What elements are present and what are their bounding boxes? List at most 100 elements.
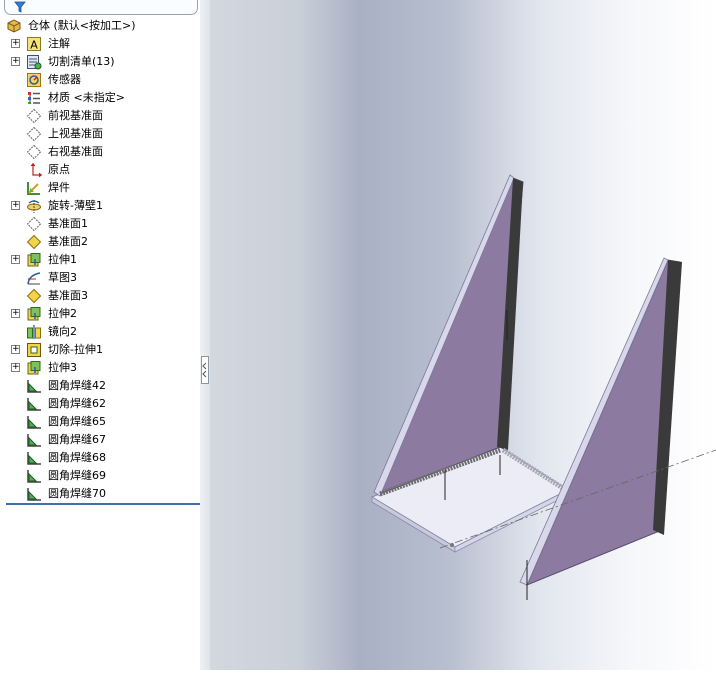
tree-item-extrude1[interactable]: + 拉伸1 xyxy=(0,251,200,269)
tree-item-label: 拉伸2 xyxy=(48,307,77,320)
right-gusset-face xyxy=(526,259,681,586)
fillet-weld-icon xyxy=(27,452,41,465)
tree-filter-bar[interactable] xyxy=(4,0,198,15)
tree-item-fillet-weld67[interactable]: 圆角焊缝67 xyxy=(0,431,200,449)
sensor-icon xyxy=(27,73,41,87)
collapse-panel-handle[interactable] xyxy=(201,356,209,384)
tree-item-fillet-weld70[interactable]: 圆角焊缝70 xyxy=(0,485,200,503)
axis-point xyxy=(450,543,454,547)
tree-item-fillet-weld65[interactable]: 圆角焊缝65 xyxy=(0,413,200,431)
tree-item-fillet-weld62[interactable]: 圆角焊缝62 xyxy=(0,395,200,413)
tree-item-extrude3[interactable]: + 拉伸3 xyxy=(0,359,200,377)
tree-item-revolve-thin1[interactable]: + 旋转-薄壁1 xyxy=(0,197,200,215)
expand-toggle[interactable]: + xyxy=(11,309,20,318)
tree-item-extrude2[interactable]: + 拉伸2 xyxy=(0,305,200,323)
tree-item-label: 圆角焊缝65 xyxy=(48,415,106,428)
annotations-icon: A xyxy=(27,37,41,52)
tree-item-sketch3[interactable]: 草图3 xyxy=(0,269,200,287)
tree-item-label: 基准面1 xyxy=(48,217,88,230)
origin-icon xyxy=(30,162,42,178)
tree-item-fillet-weld69[interactable]: 圆角焊缝69 xyxy=(0,467,200,485)
tree-item-top-plane[interactable]: 上视基准面 xyxy=(0,125,200,143)
tree-item-label: 上视基准面 xyxy=(48,127,103,140)
tree-item-label: 原点 xyxy=(48,163,70,176)
tree-item-label: 草图3 xyxy=(48,271,77,284)
feature-manager-tree: 仓体 (默认<按加工>) + A 注解 + 切割清单(13) 传感器 材质 <未… xyxy=(0,0,201,670)
tree-item-label: 圆角焊缝70 xyxy=(48,487,106,500)
tree-item-label: 焊件 xyxy=(48,181,70,194)
tree-item-fillet-weld42[interactable]: 圆角焊缝42 xyxy=(0,377,200,395)
tree-item-label: 圆角焊缝68 xyxy=(48,451,106,464)
graphics-viewport[interactable] xyxy=(210,0,716,670)
extrude-icon xyxy=(27,361,41,375)
expand-toggle[interactable]: + xyxy=(11,363,20,372)
tree-item-plane2[interactable]: 基准面2 xyxy=(0,233,200,251)
sketch-icon xyxy=(27,272,41,285)
svg-text:A: A xyxy=(30,39,38,52)
filter-icon[interactable] xyxy=(14,1,26,13)
cut-extrude-icon xyxy=(27,343,41,357)
tree-item-label: 圆角焊缝67 xyxy=(48,433,106,446)
extrude-icon xyxy=(27,253,41,267)
fillet-weld-icon xyxy=(27,380,41,393)
tree-item-fillet-weld68[interactable]: 圆角焊缝68 xyxy=(0,449,200,467)
expand-toggle[interactable]: + xyxy=(11,255,20,264)
tree-item-mirror2[interactable]: 镜向2 xyxy=(0,323,200,341)
expand-toggle[interactable]: + xyxy=(11,57,20,66)
tree-item-cut-list[interactable]: + 切割清单(13) xyxy=(0,53,200,71)
tree-item-front-plane[interactable]: 前视基准面 xyxy=(0,107,200,125)
expand-toggle[interactable]: + xyxy=(11,39,20,48)
tree-item-label: 圆角焊缝42 xyxy=(48,379,106,392)
plane-icon xyxy=(26,108,42,124)
mirror-icon xyxy=(27,325,41,339)
tree-item-label: 切割清单(13) xyxy=(48,55,115,68)
collapse-arrows-icon xyxy=(202,362,207,378)
rollback-bar[interactable] xyxy=(6,503,200,505)
panel-splitter[interactable] xyxy=(200,0,210,670)
tree-item-origin[interactable]: 原点 xyxy=(0,161,200,179)
tree-item-cut-extrude1[interactable]: + 切除-拉伸1 xyxy=(0,341,200,359)
tree-item-sensors[interactable]: 传感器 xyxy=(0,71,200,89)
tree-item-label: 注解 xyxy=(48,37,70,50)
tree-root-part[interactable]: 仓体 (默认<按加工>) xyxy=(0,17,200,35)
tree-item-label: 拉伸1 xyxy=(48,253,77,266)
plane-icon xyxy=(26,126,42,142)
tree-item-label: 拉伸3 xyxy=(48,361,77,374)
3d-model-view[interactable] xyxy=(210,0,716,670)
tree-item-label: 切除-拉伸1 xyxy=(48,343,103,356)
fillet-weld-icon xyxy=(27,470,41,483)
fillet-weld-icon xyxy=(27,416,41,429)
tree-item-weldment[interactable]: 焊件 xyxy=(0,179,200,197)
cut-list-icon xyxy=(27,55,42,70)
tree-item-right-plane[interactable]: 右视基准面 xyxy=(0,143,200,161)
tree-item-label: 材质 <未指定> xyxy=(48,91,125,104)
tree-item-label: 传感器 xyxy=(48,73,81,86)
tree-item-label: 前视基准面 xyxy=(48,109,103,122)
tree-item-label: 旋转-薄壁1 xyxy=(48,199,103,212)
extrude-icon xyxy=(27,307,41,321)
tree-item-label: 镜向2 xyxy=(48,325,77,338)
tree-item-label: 圆角焊缝62 xyxy=(48,397,106,410)
tree-item-material[interactable]: 材质 <未指定> xyxy=(0,89,200,107)
weldment-icon xyxy=(27,182,40,195)
tree-item-label: 圆角焊缝69 xyxy=(48,469,106,482)
tree-item-label: 基准面3 xyxy=(48,289,88,302)
expand-toggle[interactable]: + xyxy=(11,345,20,354)
expand-toggle[interactable]: + xyxy=(11,201,20,210)
tree-item-label: 基准面2 xyxy=(48,235,88,248)
fillet-weld-icon xyxy=(27,398,41,411)
plane-icon xyxy=(26,144,42,160)
plane-yellow-icon xyxy=(26,288,42,304)
tree-item-plane1[interactable]: 基准面1 xyxy=(0,215,200,233)
tree-item-annotations[interactable]: + A 注解 xyxy=(0,35,200,53)
revolve-thin-icon xyxy=(27,200,41,213)
fillet-weld-icon xyxy=(27,488,41,501)
fillet-weld-icon xyxy=(27,434,41,447)
part-name-label: 仓体 (默认<按加工>) xyxy=(28,19,136,32)
tree-item-label: 右视基准面 xyxy=(48,145,103,158)
tree-item-plane3[interactable]: 基准面3 xyxy=(0,287,200,305)
plane-icon xyxy=(26,216,42,232)
plane-yellow-icon xyxy=(26,234,42,250)
material-icon xyxy=(28,92,40,104)
part-icon xyxy=(7,19,21,33)
